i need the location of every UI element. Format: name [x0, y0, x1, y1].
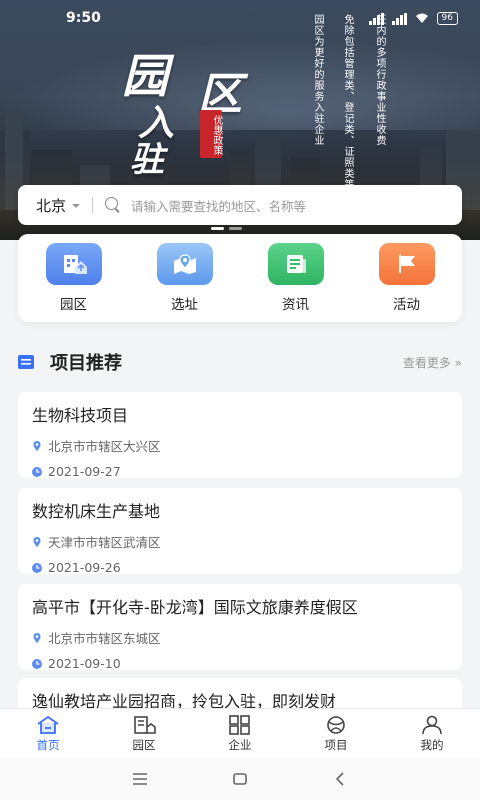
location-map-icon — [156, 243, 213, 285]
status-time: 9:50 — [66, 10, 101, 26]
park-icon — [134, 715, 156, 734]
project-date: 2021-09-26 — [32, 560, 462, 575]
category-activity[interactable]: 活动 — [357, 243, 457, 313]
category-label: 活动 — [393, 297, 420, 313]
project-location-text: 北京市市辖区大兴区 — [48, 439, 161, 454]
tab-label: 我的 — [420, 737, 444, 752]
tab-label: 首页 — [36, 737, 60, 752]
project-title: 高平市【开化寺-卧龙湾】国际文旅康养度假区 — [32, 598, 358, 617]
clock-icon — [32, 466, 42, 477]
tab-project[interactable]: 项目 — [288, 709, 384, 758]
category-card: 园区 选址 资讯 活动 — [18, 234, 462, 322]
carousel-dot[interactable] — [211, 227, 224, 230]
banner-vertical-text: 免除包括管理类、登记类、证照类等 — [342, 14, 353, 190]
location-pin-icon — [33, 536, 41, 547]
carousel-dot[interactable] — [229, 227, 242, 230]
category-site[interactable]: 选址 — [135, 243, 235, 313]
back-chevron-icon — [335, 772, 344, 786]
tab-label: 项目 — [324, 737, 348, 752]
home-nav-button[interactable] — [230, 769, 250, 789]
wifi-icon — [415, 13, 428, 23]
banner-title: 园 区 入 驻 — [118, 40, 248, 180]
banner-vertical-text: 园区为更好的服务入驻企业 — [312, 14, 323, 146]
clock-icon — [32, 562, 42, 573]
home-icon — [37, 715, 59, 734]
tab-park[interactable]: 园区 — [96, 709, 192, 758]
policy-seal: 优惠政策 — [200, 110, 222, 158]
project-date-text: 2021-09-26 — [48, 560, 121, 575]
section-title: 项目推荐 — [50, 353, 122, 374]
category-news[interactable]: 资讯 — [246, 243, 346, 313]
user-icon — [422, 715, 442, 734]
project-date-text: 2021-09-27 — [48, 464, 121, 479]
system-nav-bar — [0, 758, 480, 800]
news-document-icon — [267, 243, 324, 285]
tab-label: 园区 — [132, 737, 156, 752]
project-card[interactable]: 数控机床生产基地 天津市市辖区武清区 2021-09-26 — [18, 488, 462, 575]
project-location-text: 天津市市辖区武清区 — [48, 535, 161, 550]
tab-home[interactable]: 首页 — [0, 709, 96, 758]
project-card[interactable]: 生物科技项目 北京市市辖区大兴区 2021-09-27 — [18, 392, 462, 479]
project-location-text: 北京市市辖区东城区 — [48, 631, 161, 646]
category-label: 选址 — [171, 297, 198, 313]
banner-vertical-text: 任内的多项行政事业性收费 — [374, 14, 385, 146]
bottom-tab-bar: 首页 园区 企业 项目 我的 — [0, 708, 480, 758]
project-date: 2021-09-10 — [32, 656, 462, 671]
status-bar: 9:50 96 — [0, 0, 480, 36]
search-input[interactable]: 请输入需要查找的地区、名称等 — [131, 196, 306, 215]
signal-icon-2 — [391, 12, 407, 25]
project-location: 北京市市辖区大兴区 — [32, 436, 462, 455]
city-selector[interactable]: 北京 — [18, 195, 81, 216]
flag-icon — [378, 243, 435, 285]
square-home-icon — [233, 773, 247, 785]
project-location: 北京市市辖区东城区 — [32, 628, 462, 647]
project-location: 天津市市辖区武清区 — [32, 532, 462, 551]
city-selector-label: 北京 — [36, 196, 67, 215]
project-date: 2021-09-27 — [32, 464, 462, 479]
category-label: 资讯 — [282, 297, 309, 313]
project-card[interactable]: 高平市【开化寺-卧龙湾】国际文旅康养度假区 北京市市辖区东城区 2021-09-… — [18, 584, 462, 671]
clock-icon — [32, 658, 42, 669]
tab-mine[interactable]: 我的 — [384, 709, 480, 758]
project-date-text: 2021-09-10 — [48, 656, 121, 671]
view-more-link[interactable]: 查看更多 » — [403, 354, 462, 371]
list-icon — [18, 355, 34, 369]
battery-icon: 96 — [436, 12, 458, 25]
category-label: 园区 — [60, 297, 87, 313]
project-icon — [327, 715, 345, 734]
menu-lines-icon — [133, 773, 147, 785]
tab-enterprise[interactable]: 企业 — [192, 709, 288, 758]
park-building-icon — [45, 243, 102, 285]
menu-nav-button[interactable] — [130, 769, 150, 789]
carousel-dots — [211, 227, 242, 230]
project-title: 生物科技项目 — [32, 406, 129, 425]
location-pin-icon — [33, 632, 41, 643]
caret-down-icon — [72, 204, 81, 208]
banner-title-char: 驻 — [130, 140, 164, 180]
enterprise-grid-icon — [229, 714, 250, 735]
back-nav-button[interactable] — [330, 769, 350, 789]
location-pin-icon — [33, 440, 41, 451]
category-park[interactable]: 园区 — [24, 243, 124, 313]
search-bar: 北京 请输入需要查找的地区、名称等 — [18, 185, 462, 225]
section-header: 项目推荐 查看更多 » — [18, 348, 462, 376]
project-title: 数控机床生产基地 — [32, 502, 161, 521]
search-divider — [92, 197, 94, 213]
tab-label: 企业 — [228, 737, 252, 752]
search-icon — [105, 197, 121, 213]
